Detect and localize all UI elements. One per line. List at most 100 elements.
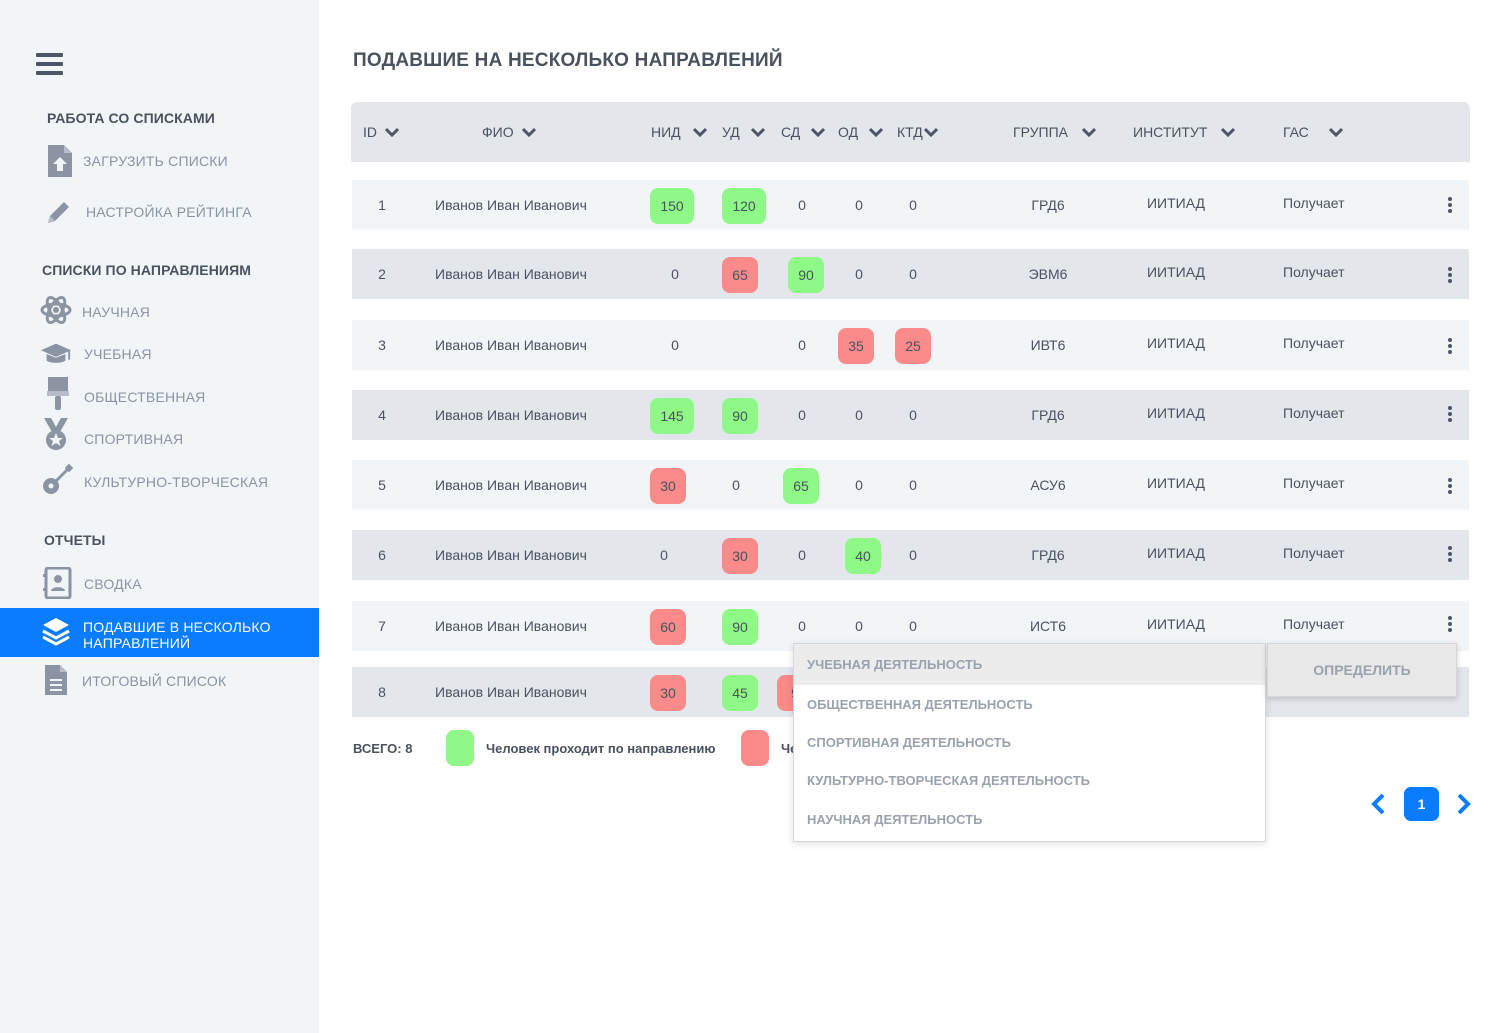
cell-score-nid: 0 bbox=[660, 547, 668, 563]
legend-pass-label: Человек проходит по направлению bbox=[486, 741, 716, 756]
score-badge-pass: 45 bbox=[722, 675, 758, 711]
more-options-icon[interactable] bbox=[1440, 263, 1460, 287]
header-label: УД bbox=[722, 124, 740, 140]
medal-icon bbox=[40, 418, 72, 451]
table-header: ID ФИО НИД УД СД ОД КТД ГРУППА ИНСТИТУТ … bbox=[351, 102, 1470, 162]
sidebar-item-culture[interactable]: КУЛЬТУРНО-ТВОРЧЕСКАЯ bbox=[0, 462, 319, 502]
cell-score-ktd: 0 bbox=[909, 477, 917, 493]
cell-group: ЭВМ6 bbox=[1028, 266, 1068, 282]
header-ktd[interactable]: КТД bbox=[897, 102, 938, 162]
cell-gas: Получает bbox=[1283, 405, 1345, 421]
header-name[interactable]: ФИО bbox=[482, 102, 536, 162]
score-badge-pass: 90 bbox=[788, 257, 824, 293]
sidebar-item-label: УЧЕБНАЯ bbox=[84, 346, 152, 362]
cell-name: Иванов Иван Иванович bbox=[435, 197, 587, 213]
dropdown-option-science[interactable]: НАУЧНАЯ ДЕЯТЕЛЬНОСТЬ bbox=[794, 800, 1265, 838]
cell-institute: ИИТИАД bbox=[1146, 195, 1206, 211]
header-group[interactable]: ГРУППА bbox=[1013, 102, 1096, 162]
more-options-icon[interactable] bbox=[1440, 612, 1460, 636]
sidebar-item-rating-settings[interactable]: НАСТРОЙКА РЕЙТИНГА bbox=[0, 192, 319, 232]
layers-icon bbox=[40, 616, 72, 648]
header-id[interactable]: ID bbox=[363, 102, 399, 162]
sidebar-item-multi-directions[interactable]: ПОДАВШИЕ В НЕСКОЛЬКО НАПРАВЛЕНИЙ bbox=[0, 608, 319, 657]
score-badge-fail: 30 bbox=[722, 538, 758, 574]
cell-institute: ИИТИАД bbox=[1146, 335, 1206, 351]
sidebar-item-label: ОБЩЕСТВЕННАЯ bbox=[84, 389, 206, 405]
cell-institute: ИИТИАД bbox=[1146, 475, 1206, 491]
determine-button[interactable]: ОПРЕДЕЛИТЬ bbox=[1267, 643, 1457, 697]
sidebar-item-upload[interactable]: ЗАГРУЗИТЬ СПИСКИ bbox=[0, 141, 319, 181]
cell-id: 1 bbox=[378, 197, 386, 213]
header-label: ГАС bbox=[1283, 124, 1309, 140]
table-row: 2 Иванов Иван Иванович 0 65 90 0 0 ЭВМ6 ИИТИАД По… bbox=[352, 249, 1469, 299]
sidebar-item-science[interactable]: НАУЧНАЯ bbox=[0, 292, 319, 332]
cell-score-sd: 0 bbox=[798, 197, 806, 213]
sidebar-item-sport[interactable]: СПОРТИВНАЯ bbox=[0, 418, 319, 459]
chevron-down-icon bbox=[750, 127, 765, 138]
sidebar-item-summary[interactable]: СВОДКА bbox=[0, 564, 319, 604]
cell-gas: Получает bbox=[1283, 335, 1345, 351]
cell-gas: Получает bbox=[1283, 195, 1345, 211]
chevron-down-icon bbox=[692, 127, 707, 138]
legend-pass-swatch bbox=[446, 730, 474, 766]
cell-name: Иванов Иван Иванович bbox=[435, 266, 587, 282]
table-row: 3 Иванов Иван Иванович 0 0 35 25 ИВТ6 ИИТИАД Пол… bbox=[352, 320, 1469, 370]
sidebar-item-label: СВОДКА bbox=[84, 576, 142, 592]
more-options-icon[interactable] bbox=[1440, 334, 1460, 358]
header-label: СД bbox=[781, 124, 801, 140]
more-options-icon[interactable] bbox=[1440, 193, 1460, 217]
score-badge-fail: 30 bbox=[650, 468, 686, 504]
header-label: ФИО bbox=[482, 124, 514, 140]
header-label: НИД bbox=[651, 124, 681, 140]
chevron-left-icon[interactable] bbox=[1369, 793, 1389, 815]
dropdown-option-social[interactable]: ОБЩЕСТВЕННАЯ ДЕЯТЕЛЬНОСТЬ bbox=[794, 685, 1265, 723]
sidebar-item-label: НАСТРОЙКА РЕЙТИНГА bbox=[86, 204, 252, 220]
cell-group: ГРД6 bbox=[1031, 197, 1065, 213]
page-1-button[interactable]: 1 bbox=[1404, 787, 1439, 821]
header-ud[interactable]: УД bbox=[722, 102, 765, 162]
header-od[interactable]: ОД bbox=[838, 102, 884, 162]
score-badge-fail: 35 bbox=[838, 328, 874, 364]
sidebar-item-social[interactable]: ОБЩЕСТВЕННАЯ bbox=[0, 377, 319, 417]
more-options-icon[interactable] bbox=[1440, 402, 1460, 426]
score-badge-pass: 145 bbox=[650, 398, 694, 434]
table-row: 1 Иванов Иван Иванович 150 120 0 0 0 ГРД6 ИИТИАД… bbox=[352, 180, 1469, 230]
more-options-icon[interactable] bbox=[1440, 542, 1460, 566]
chevron-down-icon bbox=[869, 127, 884, 138]
header-gas[interactable]: ГАС bbox=[1283, 102, 1343, 162]
dropdown-option-culture[interactable]: КУЛЬТУРНО-ТВОРЧЕСКАЯ ДЕЯТЕЛЬНОСТЬ bbox=[794, 761, 1265, 799]
cell-score-od: 0 bbox=[855, 266, 863, 282]
cell-institute: ИИТИАД bbox=[1146, 545, 1206, 561]
header-label: ID bbox=[363, 124, 377, 140]
sidebar: РАБОТА СО СПИСКАМИ ЗАГРУЗИТЬ СПИСКИ НАСТ… bbox=[0, 0, 319, 1033]
sidebar-item-label: КУЛЬТУРНО-ТВОРЧЕСКАЯ bbox=[84, 474, 269, 490]
guitar-icon bbox=[41, 464, 73, 496]
dropdown-option-sport[interactable]: СПОРТИВНАЯ ДЕЯТЕЛЬНОСТЬ bbox=[794, 723, 1265, 761]
chevron-down-icon bbox=[385, 127, 399, 138]
cell-score-nid: 0 bbox=[671, 337, 679, 353]
cell-institute: ИИТИАД bbox=[1146, 616, 1206, 632]
dropdown-option-study[interactable]: УЧЕБНАЯ ДЕЯТЕЛЬНОСТЬ bbox=[794, 644, 1265, 685]
cell-name: Иванов Иван Иванович bbox=[435, 477, 587, 493]
header-sd[interactable]: СД bbox=[781, 102, 826, 162]
sidebar-item-label: ИТОГОВЫЙ СПИСОК bbox=[82, 673, 227, 689]
graduation-cap-icon bbox=[40, 338, 72, 370]
cell-name: Иванов Иван Иванович bbox=[435, 337, 587, 353]
sidebar-item-final-list[interactable]: ИТОГОВЫЙ СПИСОК bbox=[0, 661, 319, 701]
cell-institute: ИИТИАД bbox=[1146, 405, 1206, 421]
cell-id: 2 bbox=[378, 266, 386, 282]
cell-group: ГРД6 bbox=[1031, 407, 1065, 423]
header-nid[interactable]: НИД bbox=[651, 102, 707, 162]
score-badge-pass: 90 bbox=[722, 609, 758, 645]
more-options-icon[interactable] bbox=[1440, 474, 1460, 498]
cell-score-ktd: 0 bbox=[909, 547, 917, 563]
sidebar-item-study[interactable]: УЧЕБНАЯ bbox=[0, 334, 319, 374]
score-badge-fail: 30 bbox=[650, 675, 686, 711]
cell-gas: Получает bbox=[1283, 616, 1345, 632]
menu-icon[interactable] bbox=[36, 53, 63, 77]
cell-score-ktd: 0 bbox=[909, 407, 917, 423]
cell-score-nid: 0 bbox=[671, 266, 679, 282]
header-institute[interactable]: ИНСТИТУТ bbox=[1133, 102, 1236, 162]
chevron-right-icon[interactable] bbox=[1453, 793, 1473, 815]
cell-score-ud bbox=[720, 320, 760, 370]
